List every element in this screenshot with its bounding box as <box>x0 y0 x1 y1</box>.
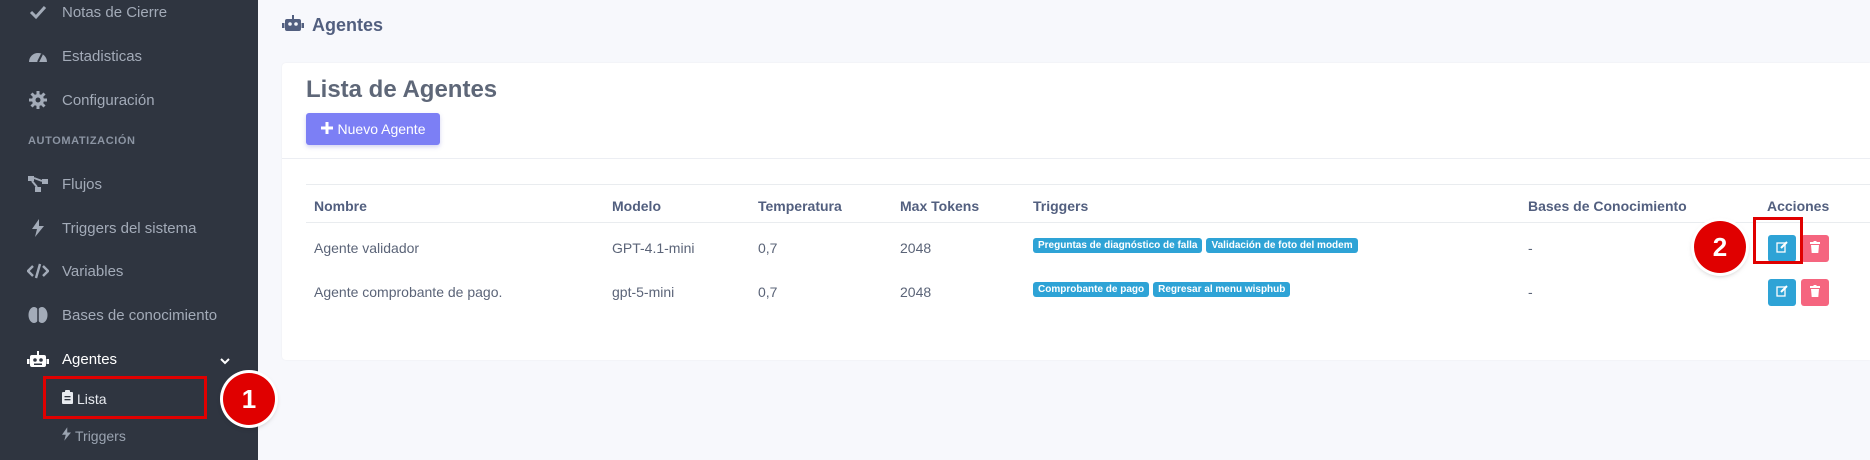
sidebar-item-configuracion[interactable]: Configuración <box>0 80 258 120</box>
agents-card: Lista de Agentes Nuevo Agente Nombre Mod… <box>282 63 1870 360</box>
trigger-badge: Comprobante de pago <box>1033 282 1150 297</box>
sidebar-item-label: Bases de conocimiento <box>62 306 218 324</box>
sidebar-subitem-label: Triggers <box>75 427 126 444</box>
cell-nombre: Agente comprobante de pago. <box>314 284 503 300</box>
cell-temperatura: 0,7 <box>758 240 778 256</box>
cell-bases: - <box>1528 284 1533 300</box>
card-title: Lista de Agentes <box>306 76 498 103</box>
cell-triggers: Preguntas de diagnóstico de falla Validac… <box>1033 235 1362 253</box>
brain-icon <box>27 304 49 326</box>
trigger-badge: Regresar al menu wisphub <box>1153 282 1291 297</box>
gear-icon <box>27 89 49 111</box>
robot-icon <box>282 14 304 37</box>
chevron-down-icon <box>220 352 230 369</box>
trash-icon <box>1810 240 1820 258</box>
section-label-automatizacion: AUTOMATIZACIÓN <box>28 135 136 147</box>
sidebar-item-label: Estadisticas <box>62 47 143 65</box>
sidebar-item-estadisticas[interactable]: Estadisticas <box>0 36 258 76</box>
sidebar-item-label: Configuración <box>62 91 155 109</box>
cell-temperatura: 0,7 <box>758 284 778 300</box>
column-header-acciones: Acciones <box>1767 198 1830 214</box>
code-icon <box>27 260 49 282</box>
page-title: Agentes <box>312 15 384 35</box>
robot-icon <box>27 348 49 370</box>
cell-nombre: Agente validador <box>314 240 420 256</box>
sidebar-item-variables[interactable]: Variables <box>0 251 258 291</box>
new-agent-button[interactable]: Nuevo Agente <box>306 113 440 145</box>
plus-icon <box>320 121 333 137</box>
divider <box>306 184 1870 185</box>
delete-button[interactable] <box>1801 279 1829 306</box>
cell-modelo: GPT-4.1-mini <box>612 240 695 256</box>
column-header-triggers[interactable]: Triggers <box>1033 198 1088 214</box>
callout-marker-2: 2 <box>1694 221 1746 273</box>
column-header-max-tokens[interactable]: Max Tokens <box>900 198 979 214</box>
divider <box>306 222 1870 223</box>
sidebar-subitem-triggers[interactable]: Triggers <box>62 427 126 444</box>
sidebar-item-triggers-del-sistema[interactable]: Triggers del sistema <box>0 208 258 248</box>
check-icon <box>27 1 49 23</box>
column-header-nombre[interactable]: Nombre <box>314 198 367 214</box>
flow-icon <box>27 173 49 195</box>
bolt-icon <box>27 217 49 239</box>
cell-bases: - <box>1528 240 1533 256</box>
column-header-bases[interactable]: Bases de Conocimiento <box>1528 198 1687 214</box>
page-header: Agentes <box>282 14 383 37</box>
trash-icon <box>1810 284 1820 302</box>
edit-icon <box>1776 284 1788 302</box>
sidebar-item-flujos[interactable]: Flujos <box>0 164 258 204</box>
column-header-temperatura[interactable]: Temperatura <box>758 198 842 214</box>
sidebar-item-bases-de-conocimiento[interactable]: Bases de conocimiento <box>0 295 258 335</box>
gauge-icon <box>27 45 49 67</box>
highlight-box-lista <box>43 376 207 419</box>
sidebar-item-label: Triggers del sistema <box>62 219 197 237</box>
cell-max-tokens: 2048 <box>900 240 932 256</box>
callout-marker-1: 1 <box>223 373 275 425</box>
trigger-badge: Preguntas de diagnóstico de falla <box>1033 238 1203 253</box>
cell-modelo: gpt-5-mini <box>612 284 675 300</box>
sidebar-item-agentes[interactable]: Agentes <box>0 339 258 379</box>
edit-button[interactable] <box>1768 279 1796 306</box>
sidebar-item-label: Flujos <box>62 175 103 193</box>
cell-triggers: Comprobante de pago Regresar al menu wisp… <box>1033 279 1294 297</box>
delete-button[interactable] <box>1801 235 1829 262</box>
sidebar-item-label: Notas de Cierre <box>62 3 168 21</box>
divider <box>282 158 1870 159</box>
cell-max-tokens: 2048 <box>900 284 932 300</box>
sidebar-item-notas-de-cierre[interactable]: Notas de Cierre <box>0 0 258 32</box>
new-agent-label: Nuevo Agente <box>337 121 426 137</box>
trigger-badge: Validación de foto del modem <box>1206 238 1358 253</box>
sidebar-item-label: Variables <box>62 262 124 280</box>
bolt-icon <box>62 427 71 444</box>
highlight-box-edit <box>1753 217 1803 264</box>
sidebar-item-label: Agentes <box>62 350 118 368</box>
column-header-modelo[interactable]: Modelo <box>612 198 661 214</box>
